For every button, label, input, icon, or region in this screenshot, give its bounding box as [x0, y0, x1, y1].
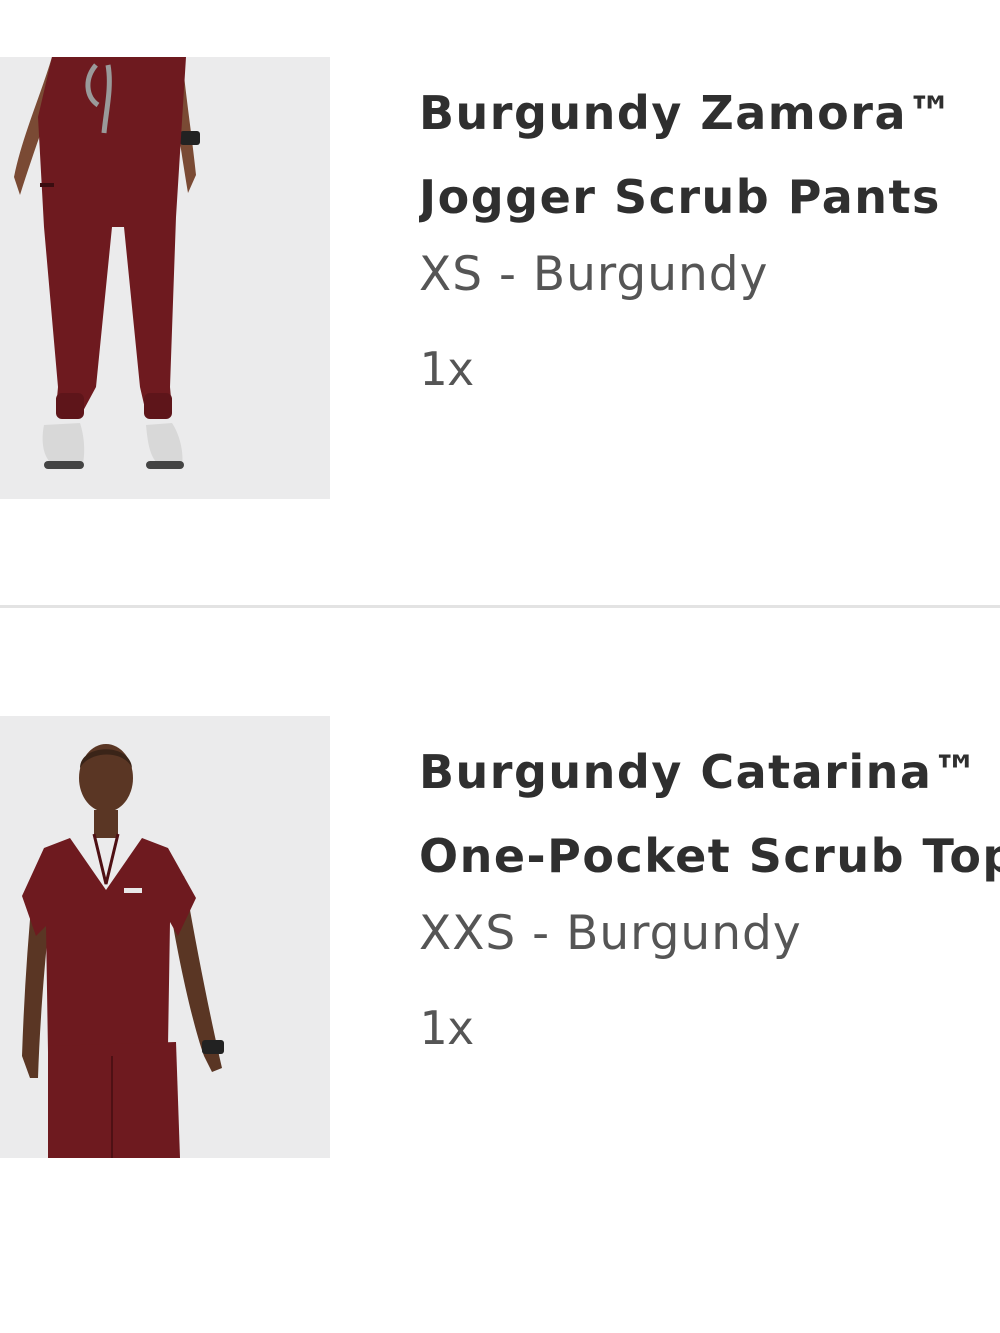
product-info: Burgundy Catarina™ One-Pocket Scrub Top …	[419, 730, 1000, 1056]
cart-item: Burgundy Catarina™ One-Pocket Scrub Top …	[0, 716, 1000, 1158]
product-name-line1[interactable]: Burgundy Zamora™	[419, 71, 1000, 155]
product-image[interactable]	[0, 716, 330, 1158]
product-quantity: 1x	[419, 342, 475, 396]
product-name-line2[interactable]: One-Pocket Scrub Top	[419, 814, 1000, 898]
item-divider	[0, 605, 1000, 608]
product-image[interactable]	[0, 57, 330, 499]
product-name-line1[interactable]: Burgundy Catarina™	[419, 730, 1000, 814]
product-quantity: 1x	[419, 1001, 475, 1055]
product-variant: XXS - Burgundy	[419, 906, 802, 961]
cart-item: Burgundy Zamora™ Jogger Scrub Pants XS -…	[0, 57, 1000, 499]
product-info: Burgundy Zamora™ Jogger Scrub Pants XS -…	[419, 71, 1000, 397]
product-variant: XS - Burgundy	[419, 247, 769, 302]
burgundy-scrub-top-photo	[0, 716, 330, 1158]
burgundy-jogger-pants-photo	[0, 57, 330, 499]
product-name-line2[interactable]: Jogger Scrub Pants	[419, 155, 1000, 239]
